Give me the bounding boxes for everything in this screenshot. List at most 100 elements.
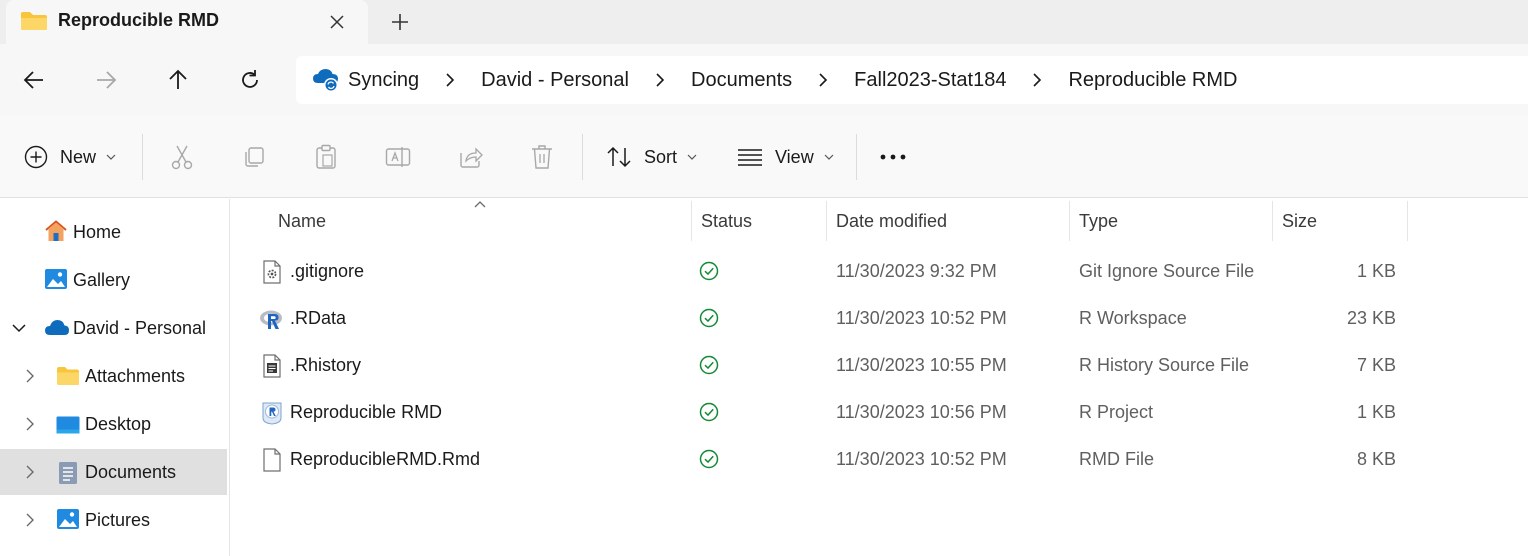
sidebar-item-label: Attachments (85, 365, 186, 386)
arrow-right-icon (97, 71, 117, 89)
sidebar-item-gallery[interactable]: Gallery (0, 257, 227, 303)
chevron-right-icon[interactable] (22, 512, 38, 528)
file-row[interactable]: .gitignore 11/30/2023 9:32 PM Git Ignore… (231, 248, 1528, 295)
breadcrumb-fall2023-stat184[interactable]: Fall2023-Stat184 (854, 69, 1006, 92)
file-name: Reproducible RMD (290, 402, 443, 422)
column-divider[interactable] (1069, 201, 1070, 241)
see-more-button[interactable] (878, 142, 908, 172)
refresh-button[interactable] (232, 62, 268, 98)
up-button[interactable] (160, 62, 196, 98)
sidebar-item-david-personal[interactable]: David - Personal (0, 305, 227, 351)
gallery-icon (45, 269, 67, 289)
breadcrumb-syncing[interactable]: Syncing (348, 69, 419, 92)
file-date: 11/30/2023 10:56 PM (836, 402, 1007, 422)
sort-icon (607, 146, 631, 168)
synced-check-icon (699, 402, 719, 422)
sidebar-item-label: Gallery (73, 269, 131, 290)
file-type: Git Ignore Source File (1079, 261, 1255, 281)
breadcrumb-reproducible-rmd[interactable]: Reproducible RMD (1068, 69, 1237, 92)
onedrive-icon (45, 320, 69, 335)
more-icon (880, 154, 906, 160)
column-header-status[interactable]: Status (701, 199, 752, 243)
breadcrumb[interactable]: Syncing David - Personal Documents Fall2… (296, 56, 1528, 104)
sidebar-item-pictures[interactable]: Pictures (0, 497, 227, 543)
paste-button[interactable] (311, 142, 341, 172)
column-divider[interactable] (1272, 201, 1273, 241)
toolbar-separator (142, 134, 143, 180)
file-row[interactable]: .RData 11/30/2023 10:52 PM R Workspace 2… (231, 295, 1528, 342)
sidebar-item-label: Home (73, 221, 122, 242)
file-row[interactable]: .Rhistory 11/30/2023 10:55 PM R History … (231, 342, 1528, 389)
chevron-right-icon[interactable] (1030, 73, 1044, 87)
chevron-down-icon (687, 154, 697, 160)
settings-file-icon (263, 260, 281, 284)
new-button[interactable]: New (24, 138, 116, 176)
paste-icon (316, 144, 336, 169)
sort-label: Sort (644, 146, 678, 167)
column-header-size[interactable]: Size (1282, 199, 1317, 243)
forward-button[interactable] (88, 62, 124, 98)
file-size: 1 KB (1356, 261, 1396, 281)
arrow-up-icon (169, 69, 187, 89)
new-tab-button[interactable] (384, 6, 416, 38)
home-icon (45, 220, 67, 241)
column-divider[interactable] (691, 201, 692, 241)
synced-check-icon (699, 308, 719, 328)
delete-button[interactable] (527, 142, 557, 172)
column-header-date-modified[interactable]: Date modified (836, 199, 947, 243)
chevron-right-icon[interactable] (653, 73, 667, 87)
rename-icon (385, 147, 411, 167)
chevron-right-icon[interactable] (816, 73, 830, 87)
sidebar-item-desktop[interactable]: Desktop (0, 401, 227, 447)
column-header-name[interactable]: Name (278, 199, 326, 243)
file-type: RMD File (1079, 449, 1154, 469)
file-date: 11/30/2023 10:55 PM (836, 355, 1007, 375)
tab-title: Reproducible RMD (58, 10, 220, 30)
chevron-right-icon[interactable] (443, 73, 457, 87)
file-type: R History Source File (1079, 355, 1250, 375)
chevron-down-icon[interactable] (11, 320, 27, 336)
view-button[interactable]: View (737, 138, 834, 176)
sidebar-item-label: David - Personal (73, 317, 207, 338)
synced-check-icon (699, 355, 719, 375)
file-list: Name Status Date modified Type Size .git… (231, 199, 1528, 556)
cut-button[interactable] (167, 142, 197, 172)
breadcrumb-david-personal[interactable]: David - Personal (481, 69, 629, 92)
r-workspace-icon (260, 310, 282, 329)
plus-circle-icon (24, 145, 48, 169)
sidebar-item-label: Documents (85, 461, 177, 482)
sidebar-item-documents[interactable]: Documents (0, 449, 227, 495)
file-name: .gitignore (290, 261, 365, 281)
share-button[interactable] (455, 142, 485, 172)
close-tab-button[interactable] (322, 7, 352, 37)
chevron-right-icon[interactable] (22, 368, 38, 384)
blank-file-icon (263, 448, 281, 472)
file-row[interactable]: ReproducibleRMD.Rmd 11/30/2023 10:52 PM … (231, 436, 1528, 483)
column-divider[interactable] (1407, 201, 1408, 241)
synced-check-icon (699, 261, 719, 281)
chevron-down-icon (824, 154, 834, 160)
file-row[interactable]: Reproducible RMD 11/30/2023 10:56 PM R P… (231, 389, 1528, 436)
sort-button[interactable]: Sort (606, 138, 697, 176)
tab-reproducible-rmd[interactable]: Reproducible RMD (6, 0, 368, 44)
file-size: 1 KB (1356, 402, 1396, 422)
plus-icon (392, 14, 408, 30)
copy-button[interactable] (239, 142, 269, 172)
pictures-icon (57, 509, 79, 529)
back-button[interactable] (16, 62, 52, 98)
address-row: Syncing David - Personal Documents Fall2… (0, 44, 1528, 116)
column-header-type[interactable]: Type (1079, 199, 1118, 243)
desktop-icon (56, 416, 80, 434)
rename-button[interactable] (383, 142, 413, 172)
breadcrumb-documents[interactable]: Documents (691, 69, 792, 92)
navigation-pane: Home Gallery David - Personal Attachment… (0, 199, 230, 556)
share-icon (460, 147, 483, 168)
sidebar-item-attachments[interactable]: Attachments (0, 353, 227, 399)
sidebar-item-home[interactable]: Home (0, 209, 227, 255)
sidebar-item-label: Desktop (85, 413, 152, 434)
toolbar-separator (856, 134, 857, 180)
chevron-right-icon[interactable] (22, 464, 38, 480)
chevron-right-icon[interactable] (22, 416, 38, 432)
cut-icon (171, 145, 193, 170)
column-divider[interactable] (826, 201, 827, 241)
